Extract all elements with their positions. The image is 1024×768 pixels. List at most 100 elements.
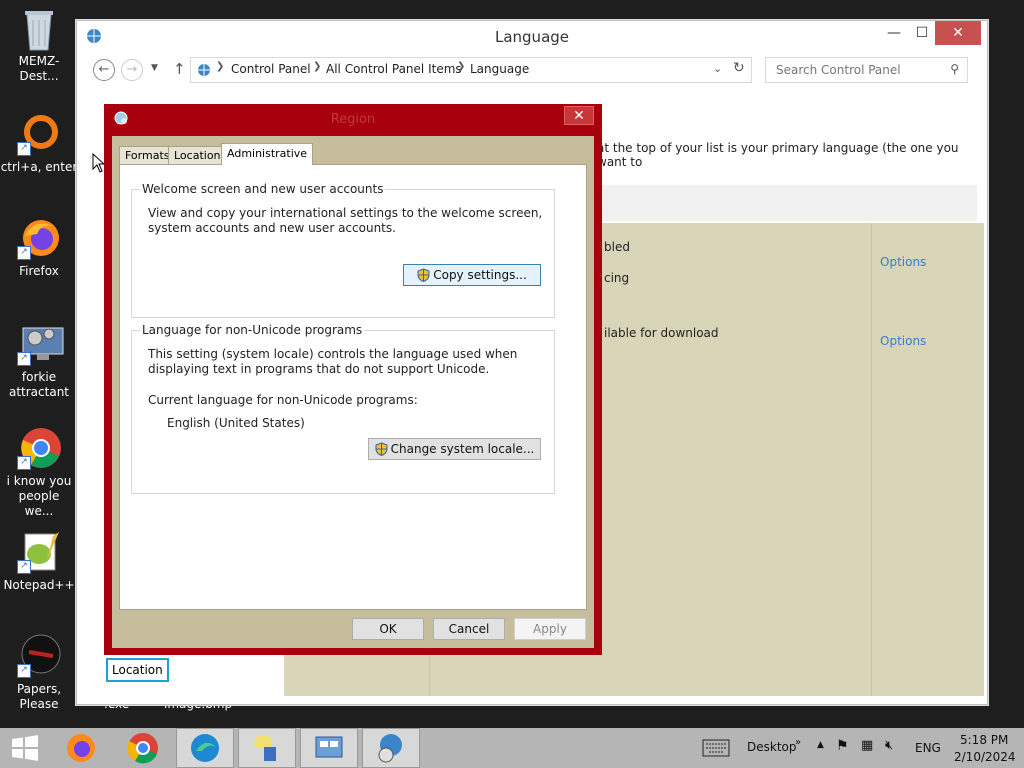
breadcrumb-all-items[interactable]: All Control Panel Items: [326, 62, 462, 76]
tab-administrative[interactable]: Administrative: [221, 143, 314, 165]
control-panel-icon: [315, 736, 343, 758]
desktop-icon-ctrl-a[interactable]: ↗ ctrl+a, enter: [0, 112, 78, 175]
cancel-button[interactable]: Cancel: [433, 618, 505, 640]
control-panel-icon: [196, 62, 212, 81]
address-dropdown-icon[interactable]: ⌄: [713, 62, 722, 75]
search-box[interactable]: ⚲: [765, 57, 968, 83]
search-input[interactable]: [774, 62, 943, 78]
uac-shield-icon: [417, 268, 430, 288]
breadcrumb-chevron-icon[interactable]: ❯: [457, 61, 465, 72]
search-icon[interactable]: ⚲: [950, 62, 959, 76]
desktop-icon-label: Notepad++: [3, 578, 75, 592]
shortcut-arrow-icon: ↗: [17, 560, 31, 574]
taskbar-people[interactable]: [238, 728, 296, 768]
change-system-locale-button[interactable]: Change system locale...: [368, 438, 541, 460]
list-column-divider: [871, 223, 872, 696]
desktop-icon-label: forkie attractant: [8, 370, 70, 399]
region-dialog: Region ✕ Formats Location Administrative…: [104, 104, 602, 655]
papers-please-icon: ↗: [17, 634, 61, 678]
clock-date[interactable]: 2/10/2024: [954, 750, 1016, 764]
network-icon[interactable]: ▦: [861, 738, 873, 753]
touch-keyboard-icon[interactable]: [702, 739, 730, 760]
up-button[interactable]: ↑: [173, 60, 186, 78]
show-hidden-icons-icon[interactable]: ▲: [817, 740, 824, 750]
dialog-body: Formats Location Administrative Welcome …: [112, 136, 594, 648]
clock-time[interactable]: 5:18 PM: [960, 733, 1008, 747]
welcome-screen-group: Welcome screen and new user accounts Vie…: [131, 182, 555, 318]
ring-icon: ↗: [17, 112, 61, 156]
windows-logo-icon: [12, 735, 38, 761]
recycle-bin-icon: [17, 6, 61, 51]
firefox-icon: ↗: [17, 216, 61, 260]
chrome-icon: [127, 733, 158, 764]
desktop-toolbar-chevron-icon[interactable]: »: [795, 737, 801, 748]
computer-settings-icon: ↗: [17, 322, 64, 366]
dialog-title: Region: [330, 112, 376, 127]
desktop-icon-label: MEMZ-Dest...: [18, 54, 60, 83]
group-title: Welcome screen and new user accounts: [140, 182, 386, 196]
shortcut-arrow-icon: ↗: [17, 456, 31, 470]
group-description: View and copy your international setting…: [148, 206, 543, 235]
language-status-text: cing: [604, 271, 630, 285]
desktop-icon-memz[interactable]: MEMZ-Dest...: [0, 6, 78, 84]
maximize-button[interactable]: ☐: [905, 21, 939, 45]
navigation-bar: ← → ▼ ↑ ❯ Control Panel ❯ All Control Pa…: [77, 57, 987, 85]
address-bar[interactable]: ❯ Control Panel ❯ All Control Panel Item…: [190, 57, 752, 83]
shortcut-arrow-icon: ↗: [17, 664, 31, 678]
administrative-panel: Welcome screen and new user accounts Vie…: [119, 164, 587, 610]
action-center-flag-icon[interactable]: ⚑: [836, 738, 849, 754]
shortcut-arrow-icon: ↗: [17, 246, 31, 260]
desktop-icon-firefox[interactable]: ↗ Firefox: [0, 216, 78, 279]
edge-icon: [191, 734, 219, 762]
desktop-icon-chrome[interactable]: ↗ i know you people we...: [0, 426, 78, 519]
shortcut-arrow-icon: ↗: [17, 142, 31, 156]
taskbar-region[interactable]: [362, 728, 420, 768]
taskbar-firefox[interactable]: [52, 728, 110, 768]
toolbar-strip: [597, 185, 977, 221]
window-titlebar[interactable]: Language — ☐ ✕: [77, 21, 987, 53]
input-language-indicator[interactable]: ENG: [915, 741, 941, 755]
breadcrumb-language[interactable]: Language: [470, 62, 529, 76]
recent-pages-dropdown[interactable]: ▼: [151, 63, 158, 73]
change-locale-label: Change system locale...: [390, 442, 535, 456]
location-tooltip: Location: [106, 658, 169, 682]
chrome-icon: ↗: [17, 426, 61, 470]
notepad-plus-plus-icon: ↗: [17, 530, 61, 574]
current-language-value: English (United States): [167, 416, 305, 430]
breadcrumb-chevron-icon[interactable]: ❯: [313, 61, 321, 72]
people-icon: [254, 735, 276, 761]
breadcrumb-control-panel[interactable]: Control Panel: [231, 62, 311, 76]
desktop-icon-papers-please[interactable]: ↗ Papers, Please: [0, 634, 78, 712]
start-button[interactable]: [0, 728, 50, 768]
ok-button[interactable]: OK: [352, 618, 424, 640]
volume-muted-icon[interactable]: 🔇︎: [885, 738, 893, 753]
region-globe-icon: [378, 734, 402, 763]
language-status-text: bled: [604, 240, 630, 254]
current-language-label: Current language for non-Unicode program…: [148, 393, 418, 407]
group-description: This setting (system locale) controls th…: [148, 347, 518, 376]
firefox-icon: [67, 734, 95, 762]
apply-button[interactable]: Apply: [514, 618, 586, 640]
language-intro-text: at the top of your list is your primary …: [597, 141, 959, 169]
taskbar-control-panel[interactable]: [300, 728, 358, 768]
tab-location[interactable]: Location: [168, 146, 227, 164]
desktop-icon-notepadpp[interactable]: ↗ Notepad++: [0, 530, 78, 593]
options-link-1[interactable]: Options: [880, 255, 926, 269]
desktop-toolbar-label[interactable]: Desktop: [747, 740, 797, 754]
options-link-2[interactable]: Options: [880, 334, 926, 348]
desktop-icon-forkie[interactable]: ↗ forkie attractant: [0, 322, 78, 400]
refresh-icon[interactable]: ↻: [733, 60, 745, 76]
breadcrumb-chevron-icon[interactable]: ❯: [216, 61, 224, 72]
forward-button[interactable]: →: [121, 59, 143, 81]
taskbar-edge[interactable]: [176, 728, 234, 768]
language-status-text: ilable for download: [604, 326, 719, 340]
taskbar-chrome[interactable]: [114, 728, 172, 768]
close-button[interactable]: ✕: [935, 21, 981, 45]
back-button[interactable]: ←: [93, 59, 115, 81]
copy-settings-button[interactable]: Copy settings...: [403, 264, 541, 286]
desktop-icon-label: Firefox: [19, 264, 59, 278]
dialog-close-button[interactable]: ✕: [564, 106, 594, 125]
group-title: Language for non-Unicode programs: [140, 323, 365, 337]
shortcut-arrow-icon: ↗: [17, 352, 31, 366]
desktop-icon-label: i know you people we...: [6, 474, 72, 518]
